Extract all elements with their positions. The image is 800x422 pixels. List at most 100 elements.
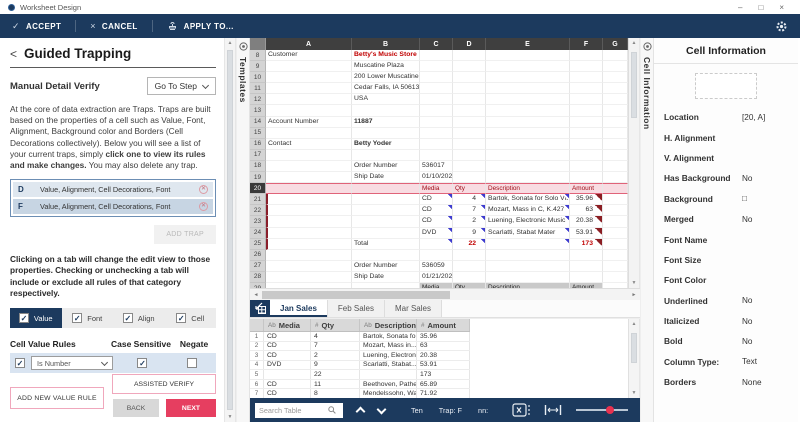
delete-trap-icon[interactable]: ✕ [199, 202, 208, 211]
cell-D15[interactable] [453, 128, 486, 139]
export-excel-icon[interactable] [512, 403, 532, 417]
scrollbar-thumb[interactable] [631, 333, 637, 363]
scroll-up-icon[interactable]: ▲ [225, 40, 235, 46]
cell-D16[interactable] [453, 139, 486, 150]
tab-checkbox[interactable]: ✓ [176, 313, 186, 323]
settings-gear-icon[interactable] [775, 20, 788, 33]
sheet-horizontal-scrollbar[interactable]: ◄ ► [250, 288, 640, 300]
scrollbar-thumb[interactable] [631, 52, 637, 118]
back-button[interactable]: BACK [113, 399, 159, 417]
row-header[interactable]: 29 [250, 283, 266, 288]
cell-G21[interactable] [603, 194, 628, 205]
column-header-f[interactable]: F [570, 38, 603, 50]
row-header[interactable]: 8 [250, 50, 266, 61]
cell-E9[interactable] [486, 61, 570, 72]
cell-G11[interactable] [603, 83, 628, 94]
cell-A8[interactable]: Customer [266, 50, 352, 61]
cell-C24[interactable]: DVD [420, 228, 453, 239]
table-row[interactable]: 1CD4Bartok, Sonata fo...35.96 [250, 332, 470, 342]
table-cell[interactable]: DVD [264, 361, 311, 370]
scroll-up-icon[interactable]: ▲ [629, 321, 639, 327]
cell-B21[interactable] [352, 194, 420, 205]
cell-G12[interactable] [603, 94, 628, 105]
cell-F18[interactable] [570, 161, 603, 172]
cell-C19[interactable]: 01/10/2020 [420, 172, 453, 183]
column-header-a[interactable]: A [266, 38, 352, 50]
cell-A11[interactable] [266, 83, 352, 94]
sheet-tab-feb-sales[interactable]: Feb Sales [328, 300, 385, 317]
cell-E28[interactable] [486, 272, 570, 283]
cell-A10[interactable] [266, 72, 352, 83]
close-button[interactable]: × [779, 3, 784, 12]
table-cell[interactable]: Beethoven, Pathe... [360, 380, 417, 389]
table-row[interactable]: 2CD7Mozart, Mass in...63 [250, 342, 470, 352]
cell-E25[interactable] [486, 239, 570, 250]
cell-B16[interactable]: Betty Yoder [352, 139, 420, 150]
row-header[interactable]: 11 [250, 83, 266, 94]
cell-F21[interactable]: 35.96 [570, 194, 603, 205]
table-cell[interactable]: 65.89 [417, 380, 470, 389]
cell-A23[interactable] [266, 216, 352, 227]
add-new-value-rule-button[interactable]: ADD NEW VALUE RULE [10, 387, 104, 409]
cell-D18[interactable] [453, 161, 486, 172]
cell-D8[interactable] [453, 50, 486, 61]
cell-B29[interactable] [352, 283, 420, 288]
tab-checkbox[interactable]: ✓ [19, 313, 29, 323]
cell-B24[interactable] [352, 228, 420, 239]
cell-G29[interactable] [603, 283, 628, 288]
row-header[interactable]: 9 [250, 61, 266, 72]
cell-E10[interactable] [486, 72, 570, 83]
cell-B20[interactable] [352, 183, 420, 194]
cell-F23[interactable]: 20.38 [570, 216, 603, 227]
minimize-button[interactable]: – [738, 3, 742, 12]
case-sensitive-checkbox[interactable]: ✓ [137, 358, 147, 368]
row-header[interactable]: 17 [250, 150, 266, 161]
table-cell[interactable]: Bartok, Sonata fo... [360, 332, 417, 341]
cell-F9[interactable] [570, 61, 603, 72]
row-header[interactable]: 22 [250, 205, 266, 216]
row-header[interactable]: 26 [250, 250, 266, 261]
cell-G24[interactable] [603, 228, 628, 239]
table-cell[interactable]: Mozart, Mass in... [360, 342, 417, 351]
table-cell[interactable]: CD [264, 342, 311, 351]
back-chevron-icon[interactable]: < [10, 47, 17, 61]
row-header[interactable]: 23 [250, 216, 266, 227]
negate-checkbox[interactable] [187, 358, 197, 368]
table-cell[interactable]: Scarlatti, Stabat... [360, 361, 417, 370]
cell-D17[interactable] [453, 150, 486, 161]
row-header[interactable]: 28 [250, 272, 266, 283]
tab-checkbox[interactable]: ✓ [123, 313, 133, 323]
sheet-tab-jan-sales[interactable]: Jan Sales [270, 300, 328, 317]
table-cell[interactable]: 2 [311, 351, 360, 360]
cell-D11[interactable] [453, 83, 486, 94]
templates-side-tab[interactable]: Templates [236, 38, 250, 422]
cell-F29[interactable]: Amount [570, 283, 603, 288]
table-cell[interactable]: 9 [311, 361, 360, 370]
table-cell[interactable] [360, 370, 417, 379]
cell-C12[interactable] [420, 94, 453, 105]
table-row[interactable]: 6CD11Beethoven, Pathe...65.89 [250, 380, 470, 390]
cancel-button[interactable]: × CANCEL [90, 21, 137, 31]
cell-E19[interactable] [486, 172, 570, 183]
cell-C29[interactable]: Media [420, 283, 453, 288]
cell-G20[interactable] [603, 183, 628, 194]
cell-B28[interactable]: Ship Date [352, 272, 420, 283]
next-button[interactable]: NEXT [166, 399, 216, 417]
cell-C13[interactable] [420, 105, 453, 116]
fit-columns-icon[interactable] [544, 404, 562, 416]
scroll-down-icon[interactable]: ▼ [629, 280, 639, 286]
row-header[interactable]: 18 [250, 161, 266, 172]
cell-C11[interactable] [420, 83, 453, 94]
table-cell[interactable]: 173 [417, 370, 470, 379]
row-header[interactable]: 25 [250, 239, 266, 250]
cell-G9[interactable] [603, 61, 628, 72]
table-row[interactable]: 3CD2Luening, Electroni...20.38 [250, 351, 470, 361]
cell-B12[interactable]: USA [352, 94, 420, 105]
table-cell[interactable]: CD [264, 351, 311, 360]
cell-G25[interactable] [603, 239, 628, 250]
column-header-qty[interactable]: #Qty [311, 319, 360, 331]
cell-F12[interactable] [570, 94, 603, 105]
cell-A20[interactable] [266, 183, 352, 194]
cell-B22[interactable] [352, 205, 420, 216]
cell-E29[interactable]: Description [486, 283, 570, 288]
